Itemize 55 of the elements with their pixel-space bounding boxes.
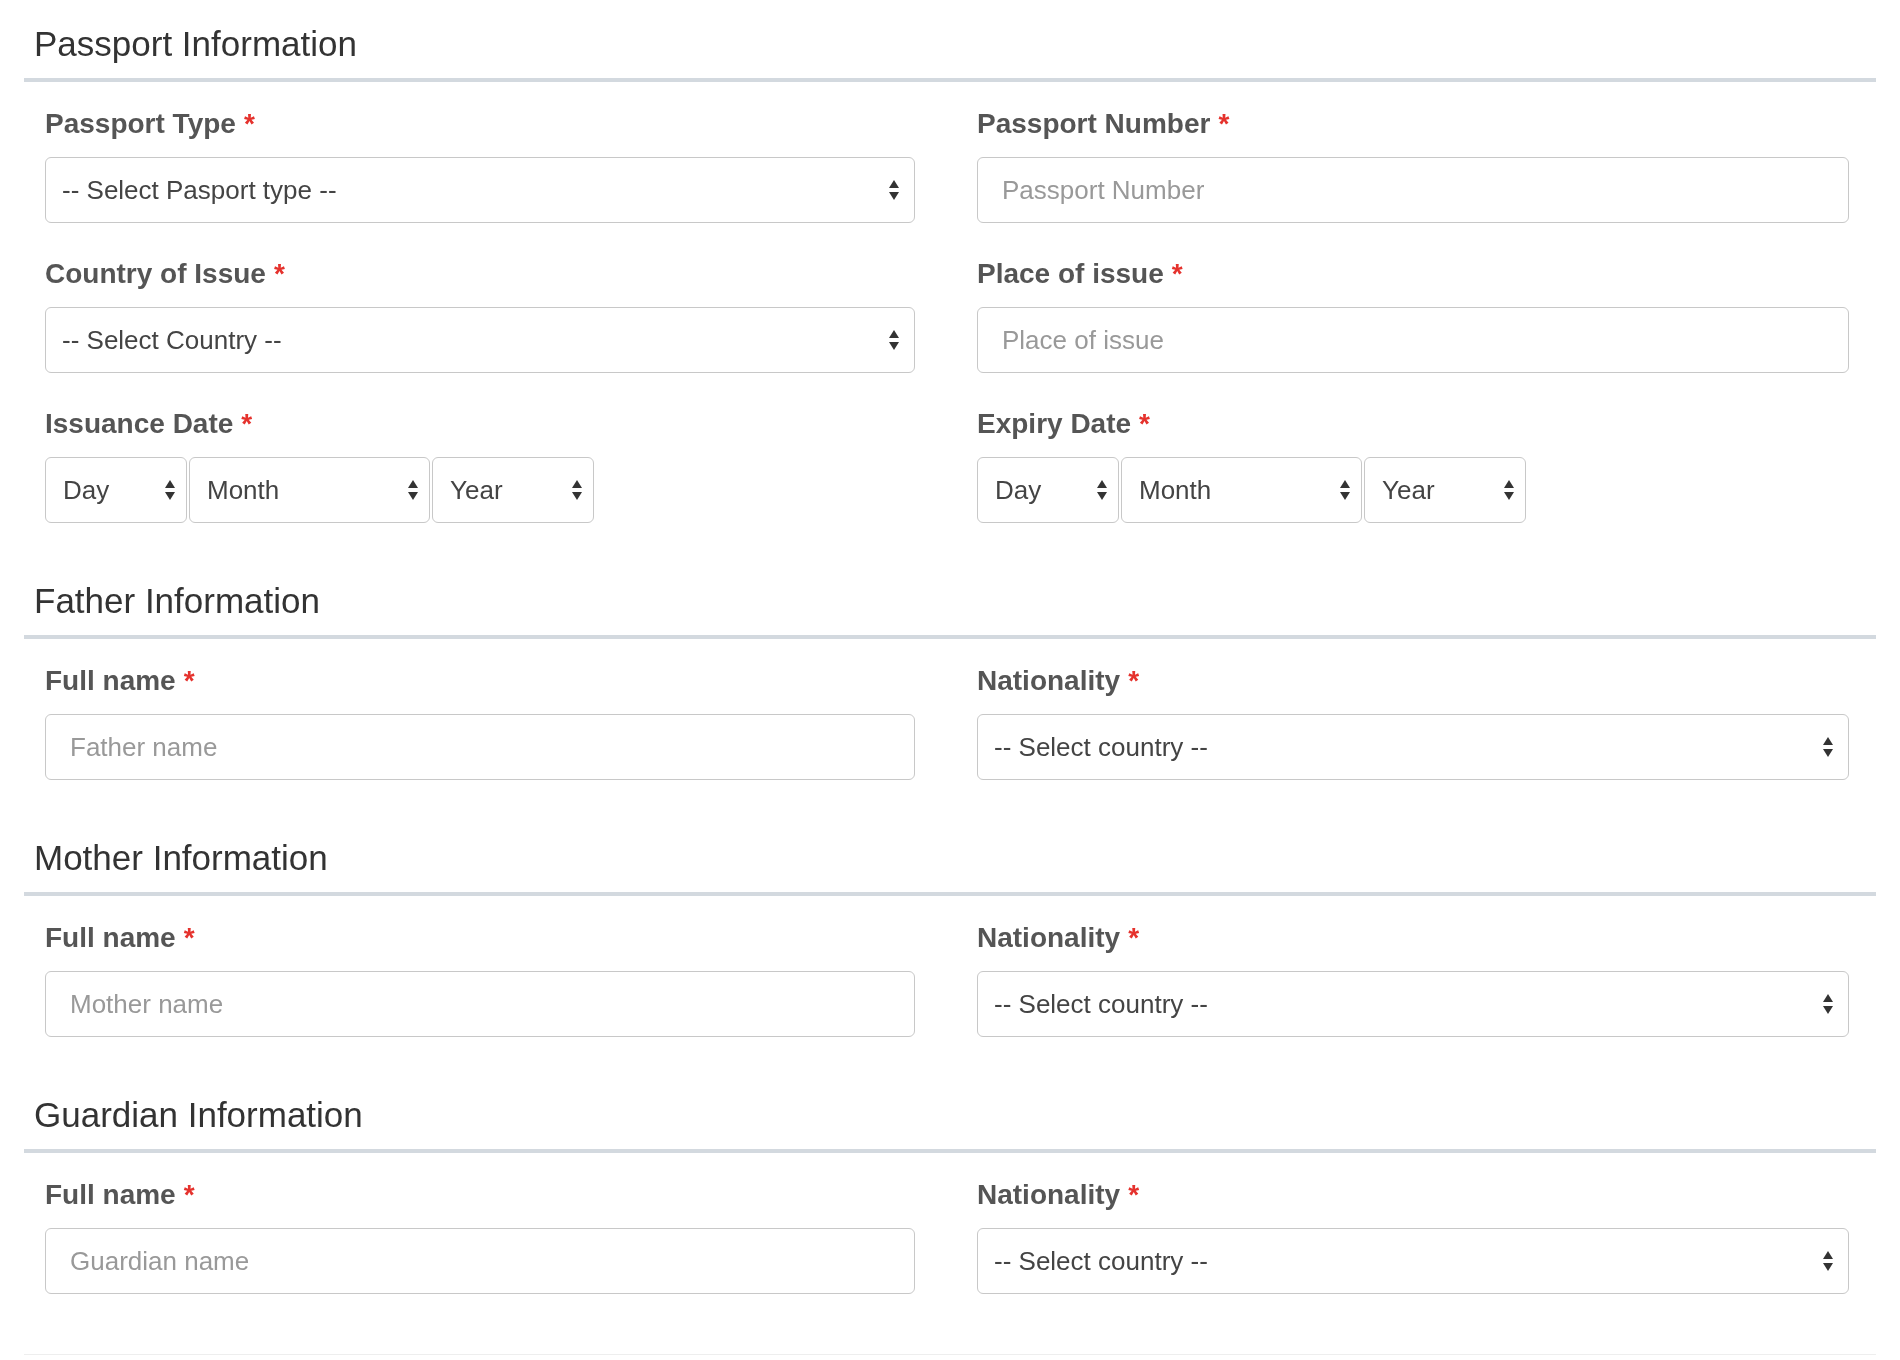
required-asterisk: * [1128,922,1140,954]
text-field[interactable]: Guardian name [45,1228,915,1294]
field-label: Place of issue [977,258,1164,290]
required-asterisk: * [1139,408,1150,440]
select-dropdown[interactable]: -- Select country -- [977,714,1849,780]
select-arrows-icon [888,328,900,352]
text-field[interactable]: Passport Number [977,157,1849,223]
section-title: Mother Information [33,840,328,876]
field-label: Expiry Date [977,408,1132,440]
required-asterisk: * [1128,665,1140,697]
field-label: Country of Issue [45,258,266,290]
field-label: Full name [45,1179,176,1211]
select-arrows-icon [1339,478,1351,502]
field-label: Full name [45,922,176,954]
select-arrows-icon [1822,1249,1834,1273]
select-dropdown[interactable]: -- Select country -- [977,1228,1849,1294]
select-arrows-icon [407,478,419,502]
date-select[interactable]: Year [432,457,594,523]
field-label: Full name [45,665,176,697]
select-arrows-icon [1822,992,1834,1016]
section-title: Guardian Information [33,1097,363,1133]
required-asterisk: * [183,922,195,954]
select-arrows-icon [571,478,583,502]
field-label: Passport Number [977,108,1211,140]
select-arrows-icon [1822,735,1834,759]
section-title: Father Information [33,583,320,619]
select-arrows-icon [1503,478,1515,502]
date-select[interactable]: Year [1364,457,1526,523]
date-select[interactable]: Month [1121,457,1362,523]
section-title: Passport Information [33,26,357,62]
text-field[interactable]: Place of issue [977,307,1849,373]
field-label: Nationality [977,665,1121,697]
required-asterisk: * [1218,108,1230,140]
required-asterisk: * [1128,1179,1140,1211]
required-asterisk: * [183,665,195,697]
date-select[interactable]: Month [189,457,430,523]
field-label: Nationality [977,922,1121,954]
text-field[interactable]: Mother name [45,971,915,1037]
field-label: Nationality [977,1179,1121,1211]
date-select[interactable]: Day [977,457,1119,523]
required-asterisk: * [273,258,285,290]
select-arrows-icon [164,478,176,502]
select-dropdown[interactable]: -- Select Pasport type -- [45,157,915,223]
required-asterisk: * [183,1179,195,1211]
field-label: Issuance Date [45,408,234,440]
select-arrows-icon [1096,478,1108,502]
required-asterisk: * [241,408,253,440]
text-field[interactable]: Father name [45,714,915,780]
select-dropdown[interactable]: -- Select Country -- [45,307,915,373]
required-asterisk: * [1171,258,1183,290]
date-select[interactable]: Day [45,457,187,523]
required-asterisk: * [243,108,255,140]
select-arrows-icon [888,178,900,202]
field-label: Passport Type [45,108,236,140]
select-dropdown[interactable]: -- Select country -- [977,971,1849,1037]
